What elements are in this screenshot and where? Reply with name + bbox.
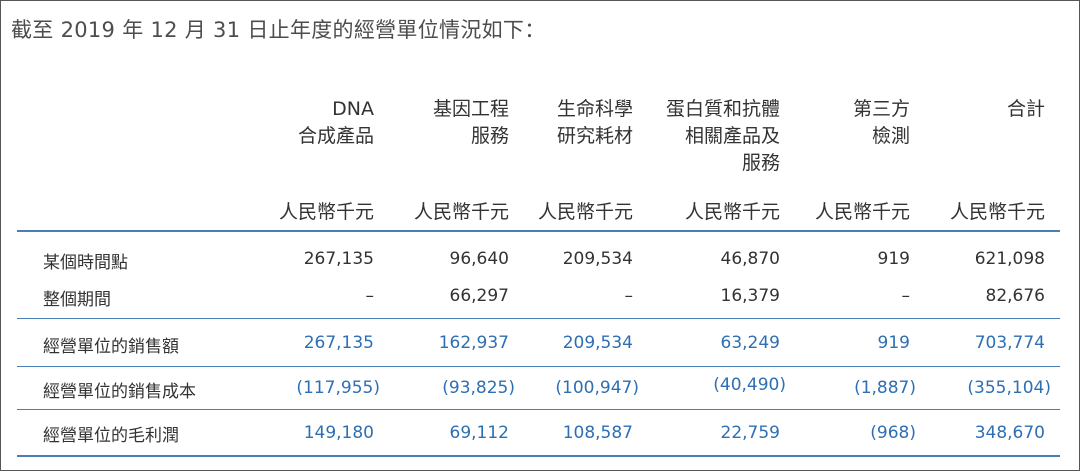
table-divider (17, 318, 1060, 319)
table-cell: 162,937 (438, 333, 509, 353)
column-header-line: 第三方 (852, 98, 910, 120)
unit-label: 人民幣千元 (684, 201, 780, 223)
column-header-third-party-testing: 第三方 檢測 (853, 96, 910, 150)
column-header-line: 合計 (1006, 98, 1045, 120)
column-header-line: DNA (332, 98, 374, 120)
table-cell: 209,534 (562, 333, 633, 353)
table-cell: 621,098 (974, 249, 1045, 269)
table-cell: 348,670 (974, 423, 1045, 443)
table-cell: – (624, 286, 634, 306)
table-cell: (117,955) (296, 378, 380, 398)
column-header-line: 檢測 (871, 125, 910, 147)
table-cell: 149,180 (303, 423, 374, 443)
table-cell: 16,379 (720, 286, 780, 306)
table-cell: – (365, 286, 375, 306)
table-cell: 96,640 (449, 249, 509, 269)
column-header-line: 基因工程 (432, 98, 509, 120)
column-header-line: 生命科學 (556, 98, 633, 120)
table-bottom-rule (17, 455, 1060, 457)
row-label: 經營單位的銷售額 (43, 337, 179, 357)
table-cell: 267,135 (303, 333, 374, 353)
column-header-genetic-engineering: 基因工程 服務 (433, 96, 509, 150)
table-cell: 919 (877, 333, 910, 353)
column-header-protein-antibody: 蛋白質和抗體 相關產品及 服務 (666, 96, 780, 177)
column-header-dna: DNA 合成產品 (298, 96, 374, 150)
table-divider (17, 409, 1060, 410)
table-cell: (93,825) (442, 378, 515, 398)
page-title: 截至 2019 年 12 月 31 日止年度的經營單位情況如下： (11, 18, 546, 42)
table-cell: 703,774 (974, 333, 1045, 353)
table-cell: 267,135 (303, 249, 374, 269)
table-cell: 66,297 (449, 286, 509, 306)
table-cell: (1,887) (854, 378, 916, 398)
column-header-line: 服務 (470, 125, 509, 147)
table-divider (17, 366, 1060, 367)
table-cell: 108,587 (562, 423, 633, 443)
table-cell: 919 (877, 249, 910, 269)
unit-label: 人民幣千元 (537, 201, 633, 223)
table-cell: 209,534 (562, 249, 633, 269)
row-label: 整個期間 (43, 290, 111, 310)
row-label: 經營單位的銷售成本 (43, 382, 196, 402)
unit-label: 人民幣千元 (949, 201, 1045, 223)
table-cell: 69,112 (449, 423, 509, 443)
table-cell: (355,104) (967, 378, 1051, 398)
column-header-line: 相關產品及 (684, 125, 780, 147)
column-header-line: 合成產品 (297, 125, 374, 147)
column-header-life-science: 生命科學 研究耗材 (557, 96, 633, 150)
table-cell: (968) (870, 423, 916, 443)
row-label: 經營單位的毛利潤 (43, 426, 179, 446)
column-header-line: 服務 (741, 152, 780, 174)
table-top-rule (17, 230, 1060, 232)
table-cell: 46,870 (720, 249, 780, 269)
table-cell: 63,249 (720, 333, 780, 353)
unit-label: 人民幣千元 (814, 201, 910, 223)
table-cell: – (901, 286, 911, 306)
row-label: 某個時間點 (43, 253, 128, 273)
table-cell: (40,490) (713, 375, 786, 395)
unit-label: 人民幣千元 (413, 201, 509, 223)
table-cell: 22,759 (720, 423, 780, 443)
unit-label: 人民幣千元 (278, 201, 374, 223)
table-cell: (100,947) (555, 378, 639, 398)
column-header-total: 合計 (1007, 96, 1045, 123)
column-header-line: 蛋白質和抗體 (665, 98, 780, 120)
table-cell: 82,676 (985, 286, 1045, 306)
column-header-line: 研究耗材 (556, 125, 633, 147)
